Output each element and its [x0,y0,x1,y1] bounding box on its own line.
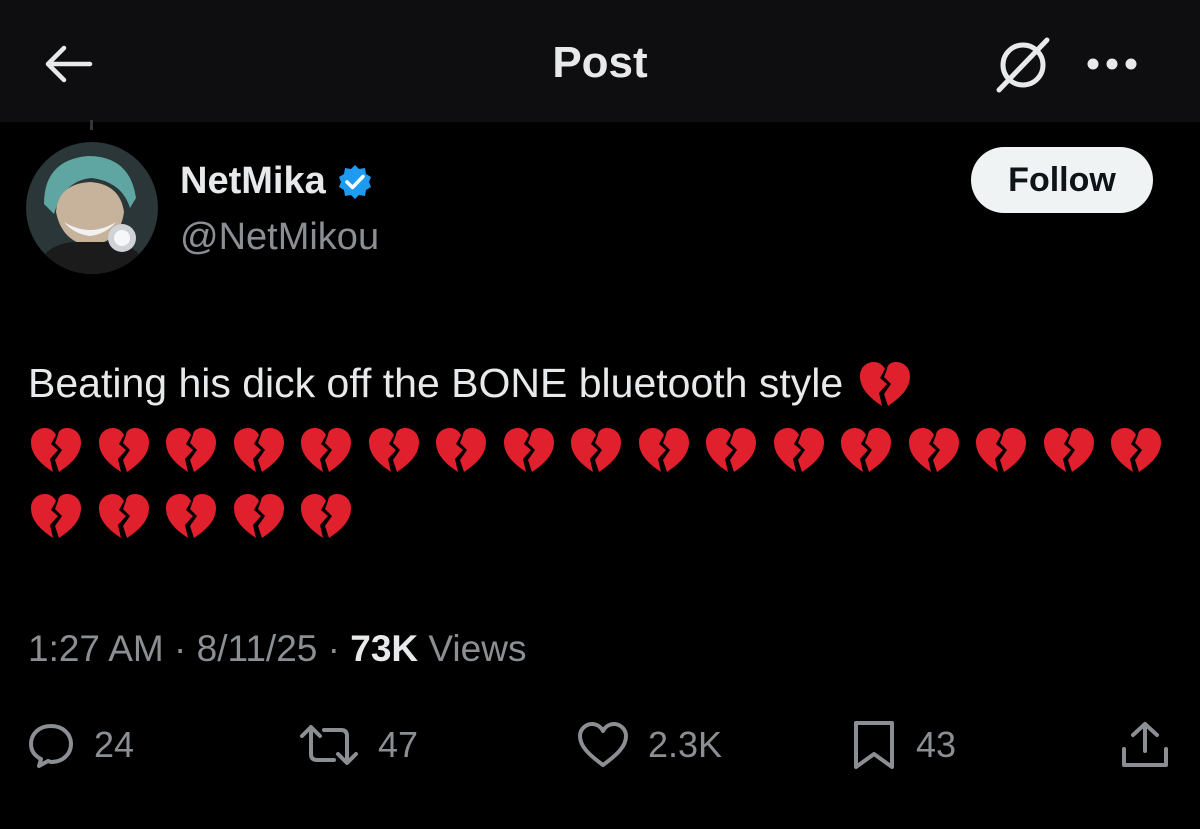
bookmark-button[interactable]: 43 [850,720,956,770]
broken-heart-emoji [98,428,149,472]
meta-separator: · [174,628,197,669]
repost-count: 47 [378,724,419,765]
author-display-name[interactable]: NetMika [180,160,374,203]
like-button[interactable]: 2.3K [576,720,722,770]
verified-badge-icon [338,164,371,199]
share-icon [1122,722,1168,767]
broken-heart-emoji [368,428,419,472]
broken-heart-emoji [638,428,689,472]
broken-heart-emoji [31,494,81,538]
broken-heart-emoji [571,428,621,472]
like-count: 2.3K [648,724,723,765]
heart-icon [578,722,628,767]
top-bar: Post [0,0,1200,122]
broken-heart-emoji [233,428,284,472]
reply-button[interactable]: 24 [26,720,134,770]
broken-heart-emoji [301,494,351,538]
broken-heart-emoji [166,494,216,538]
post-date: 8/11/25 [196,628,318,669]
post-time: 1:27 AM [28,628,164,669]
post-metadata: 1:27 AM · 8/11/25 · 73K Views [28,628,526,670]
broken-heart-emoji [233,494,284,538]
grok-button[interactable] [988,32,1058,96]
broken-heart-emoji [1043,428,1094,472]
more-horizontal-icon [1087,58,1137,70]
avatar[interactable] [26,142,158,274]
broken-heart-emoji [976,428,1026,472]
repost-icon [300,725,358,765]
broken-heart-emoji [301,428,351,472]
broken-heart-emoji [98,494,149,538]
meta-separator: · [327,628,351,669]
share-button[interactable] [1118,720,1172,770]
broken-heart-emoji [706,428,756,472]
more-options-button[interactable] [1080,40,1144,88]
post-body-text: Beating his dick off the BONE bluetooth … [28,360,844,406]
broken-heart-emoji [860,362,911,406]
broken-heart-emoji [841,428,891,472]
broken-heart-emoji [166,428,216,472]
post-text: Beating his dick off the BONE bluetooth … [28,360,843,406]
views-count: 73K [350,628,419,669]
follow-button[interactable]: Follow [971,147,1153,213]
author-name: NetMika [180,160,326,202]
views-label: Views [428,628,527,669]
broken-heart-emoji [1111,428,1161,472]
bookmark-count: 43 [916,724,957,765]
repost-button[interactable]: 47 [298,720,418,770]
broken-heart-emoji [503,428,554,472]
broken-heart-emoji [773,428,824,472]
reply-icon [29,724,73,768]
reply-count: 24 [94,724,135,765]
broken-heart-emoji [31,428,81,472]
author-handle[interactable]: @NetMikou [180,216,379,259]
grok-icon [996,37,1050,93]
bookmark-icon [854,721,894,769]
broken-heart-emoji [436,428,486,472]
broken-heart-emoji [908,428,959,472]
thread-connector-line [90,120,93,130]
